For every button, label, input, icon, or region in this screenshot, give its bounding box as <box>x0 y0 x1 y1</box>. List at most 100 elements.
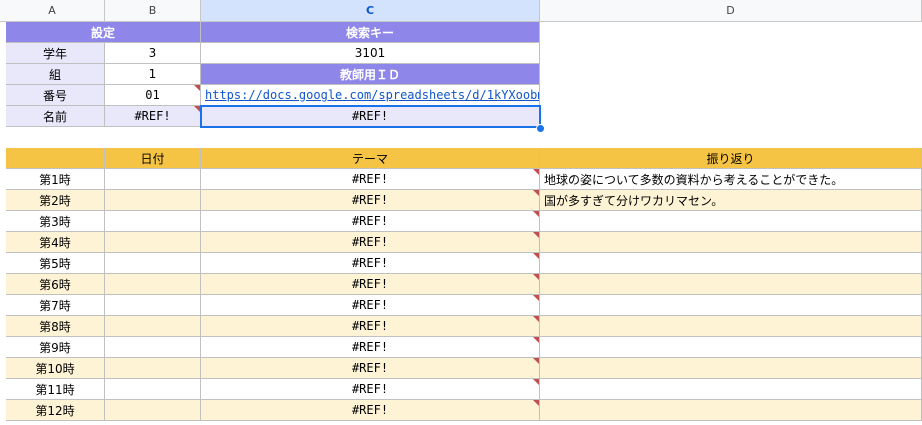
cell-text: 第10時 <box>35 361 75 376</box>
name-value-cell[interactable]: #REF! <box>105 106 201 127</box>
note-marker-icon <box>533 337 539 343</box>
period-cell[interactable]: 第8時 <box>6 316 105 337</box>
reflection-cell[interactable] <box>540 316 922 337</box>
log-header-theme[interactable]: テーマ <box>201 148 540 169</box>
date-cell[interactable] <box>105 274 201 295</box>
class-value-cell[interactable]: 1 <box>105 64 201 85</box>
search-key-header-cell[interactable]: 検索キー <box>201 22 540 43</box>
column-letter: C <box>365 4 375 17</box>
teacher-id-header-cell[interactable]: 教師用ＩＤ <box>201 64 540 85</box>
period-cell[interactable]: 第7時 <box>6 295 105 316</box>
reflection-cell[interactable]: 地球の姿について多数の資料から考えることができた。 <box>540 169 922 190</box>
cell-text: #REF! <box>351 361 389 375</box>
theme-cell[interactable]: #REF! <box>201 190 540 211</box>
cell-text: #REF! <box>351 172 389 186</box>
note-marker-icon <box>533 358 539 364</box>
theme-cell[interactable]: #REF! <box>201 316 540 337</box>
period-cell[interactable]: 第10時 <box>6 358 105 379</box>
reflection-cell[interactable] <box>540 400 922 421</box>
cell-text: #REF! <box>351 277 389 291</box>
cell-text: 国が多すぎて分けワカリマセン。 <box>544 193 724 208</box>
column-header-b[interactable]: B <box>105 0 201 22</box>
column-header-c[interactable]: C <box>201 0 540 22</box>
column-letter: B <box>148 4 157 17</box>
note-marker-icon <box>194 85 200 91</box>
cell-text: 第1時 <box>39 172 71 187</box>
search-key-value-cell[interactable]: 3101 <box>201 43 540 64</box>
cell-text: #REF! <box>351 403 389 417</box>
date-cell[interactable] <box>105 232 201 253</box>
theme-cell[interactable]: #REF! <box>201 358 540 379</box>
reflection-cell[interactable] <box>540 211 922 232</box>
cell-text: #REF! <box>351 298 389 312</box>
cell-text: #REF! <box>134 109 171 123</box>
reflection-cell[interactable] <box>540 358 922 379</box>
date-cell[interactable] <box>105 253 201 274</box>
cell-text: #REF! <box>351 319 389 333</box>
period-cell[interactable]: 第11時 <box>6 379 105 400</box>
reflection-cell[interactable]: 国が多すぎて分けワカリマセン。 <box>540 190 922 211</box>
settings-header-cell[interactable]: 設定 <box>6 22 201 43</box>
number-value-cell[interactable]: 01 <box>105 85 201 106</box>
theme-cell[interactable]: #REF! <box>201 400 540 421</box>
date-cell[interactable] <box>105 169 201 190</box>
period-cell[interactable]: 第3時 <box>6 211 105 232</box>
name-value-c-cell[interactable]: #REF! <box>201 106 540 127</box>
teacher-spreadsheet-link[interactable]: https://docs.google.com/spreadsheets/d/1… <box>205 88 539 102</box>
column-header-d[interactable]: D <box>540 0 922 22</box>
theme-cell[interactable]: #REF! <box>201 169 540 190</box>
cell-text: 第3時 <box>39 214 71 229</box>
cell-text: #REF! <box>351 193 389 207</box>
period-cell[interactable]: 第6時 <box>6 274 105 295</box>
cell-text: 第9時 <box>39 340 71 355</box>
reflection-cell[interactable] <box>540 295 922 316</box>
theme-cell[interactable]: #REF! <box>201 253 540 274</box>
date-cell[interactable] <box>105 379 201 400</box>
fill-handle[interactable] <box>536 124 545 133</box>
cell-text: #REF! <box>351 340 389 354</box>
period-cell[interactable]: 第12時 <box>6 400 105 421</box>
period-cell[interactable]: 第5時 <box>6 253 105 274</box>
note-marker-icon <box>533 190 539 196</box>
reflection-cell[interactable] <box>540 379 922 400</box>
number-label-cell[interactable]: 番号 <box>6 85 105 106</box>
cell-text: 第7時 <box>39 298 71 313</box>
date-cell[interactable] <box>105 295 201 316</box>
log-header-period[interactable] <box>6 148 105 169</box>
reflection-cell[interactable] <box>540 337 922 358</box>
period-cell[interactable]: 第9時 <box>6 337 105 358</box>
note-marker-icon <box>533 295 539 301</box>
date-cell[interactable] <box>105 400 201 421</box>
cell-text: 第2時 <box>39 193 71 208</box>
period-cell[interactable]: 第4時 <box>6 232 105 253</box>
date-cell[interactable] <box>105 337 201 358</box>
date-cell[interactable] <box>105 190 201 211</box>
period-cell[interactable]: 第2時 <box>6 190 105 211</box>
class-label-cell[interactable]: 組 <box>6 64 105 85</box>
reflection-cell[interactable] <box>540 253 922 274</box>
date-cell[interactable] <box>105 358 201 379</box>
cell-text: 地球の姿について多数の資料から考えることができた。 <box>544 172 844 187</box>
name-label-cell[interactable]: 名前 <box>6 106 105 127</box>
log-header-reflection[interactable]: 振り返り <box>540 148 922 169</box>
column-letter: A <box>48 4 56 17</box>
grade-label-cell[interactable]: 学年 <box>6 43 105 64</box>
date-cell[interactable] <box>105 211 201 232</box>
theme-cell[interactable]: #REF! <box>201 379 540 400</box>
reflection-cell[interactable] <box>540 232 922 253</box>
theme-cell[interactable]: #REF! <box>201 232 540 253</box>
period-cell[interactable]: 第1時 <box>6 169 105 190</box>
teacher-link-cell[interactable]: https://docs.google.com/spreadsheets/d/1… <box>201 85 540 106</box>
theme-cell[interactable]: #REF! <box>201 274 540 295</box>
cell-text: 組 <box>48 67 61 82</box>
reflection-cell[interactable] <box>540 274 922 295</box>
theme-cell[interactable]: #REF! <box>201 211 540 232</box>
note-marker-icon <box>533 379 539 385</box>
date-cell[interactable] <box>105 316 201 337</box>
theme-cell[interactable]: #REF! <box>201 337 540 358</box>
column-header-a[interactable]: A <box>0 0 105 22</box>
log-header-date[interactable]: 日付 <box>105 148 201 169</box>
cell-text: 第6時 <box>39 277 71 292</box>
theme-cell[interactable]: #REF! <box>201 295 540 316</box>
grade-value-cell[interactable]: 3 <box>105 43 201 64</box>
